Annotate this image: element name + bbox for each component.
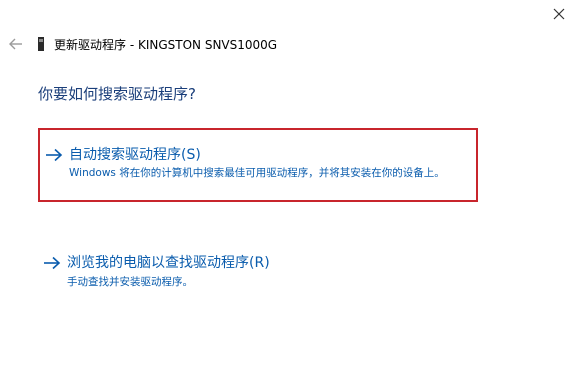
device-icon xyxy=(38,37,44,51)
close-icon xyxy=(553,8,565,20)
dialog-title: 更新驱动程序 - KINGSTON SNVS1000G xyxy=(54,38,278,52)
browse-computer-driver-option[interactable]: 浏览我的电脑以查找驱动程序(R) 手动查找并安装驱动程序。 xyxy=(38,248,478,298)
back-button[interactable] xyxy=(6,34,26,54)
update-driver-dialog: 更新驱动程序 - KINGSTON SNVS1000G 你要如何搜索驱动程序? … xyxy=(0,0,583,374)
right-arrow-icon xyxy=(44,256,61,270)
dialog-header: 更新驱动程序 - KINGSTON SNVS1000G xyxy=(0,30,583,58)
close-button[interactable] xyxy=(549,4,569,24)
right-arrow-icon xyxy=(46,148,63,162)
auto-search-title[interactable]: 自动搜索驱动程序(S) xyxy=(69,144,201,164)
browse-computer-title[interactable]: 浏览我的电脑以查找驱动程序(R) xyxy=(67,252,270,272)
browse-computer-description: 手动查找并安装驱动程序。 xyxy=(67,276,193,288)
back-arrow-icon xyxy=(9,38,22,50)
auto-search-driver-option[interactable]: 自动搜索驱动程序(S) Windows 将在你的计算机中搜索最佳可用驱动程序，并… xyxy=(38,128,478,202)
page-heading: 你要如何搜索驱动程序? xyxy=(38,85,196,103)
auto-search-description: Windows 将在你的计算机中搜索最佳可用驱动程序，并将其安装在你的设备上。 xyxy=(69,167,445,179)
